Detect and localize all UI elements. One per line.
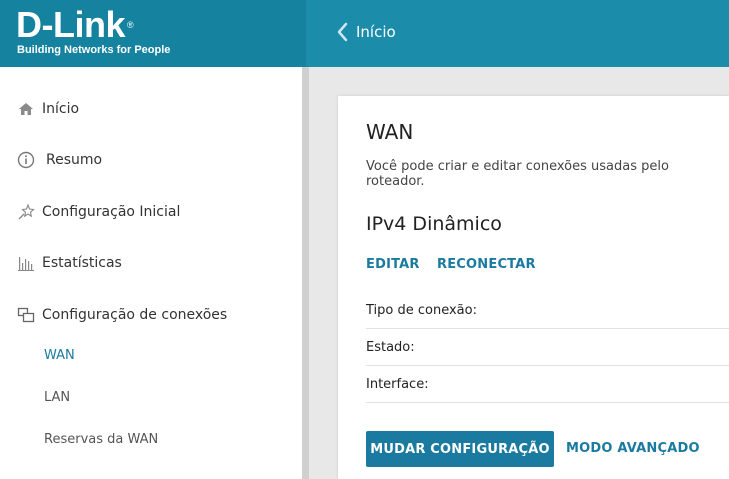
field-label: Tipo de conexão: <box>366 302 477 318</box>
sidebar-item-label: Início <box>42 101 80 117</box>
sidebar-item-estatisticas[interactable]: Estatísticas <box>0 243 303 283</box>
dlink-logo[interactable]: D-Link ® Building Networks for People <box>0 0 306 67</box>
wizard-star-icon <box>16 202 36 222</box>
sidebar-item-label: Resumo <box>46 152 103 168</box>
edit-button[interactable]: EDITAR <box>366 257 420 272</box>
sidebar-item-configuracao-inicial[interactable]: Configuração Inicial <box>0 192 303 232</box>
field-label: Interface: <box>366 376 429 392</box>
registered-mark: ® <box>127 20 134 30</box>
page-title: WAN <box>366 120 414 144</box>
home-icon <box>16 99 36 119</box>
wan-card: WAN Você pode criar e editar conexões us… <box>338 96 729 479</box>
sidebar-item-label: Configuração de conexões <box>42 307 228 323</box>
top-header: D-Link ® Building Networks for People Iní… <box>0 0 729 67</box>
back-label: Início <box>356 23 396 41</box>
sidebar-item-label: Estatísticas <box>42 255 122 271</box>
sidebar-item-resumo[interactable]: Resumo <box>0 140 303 180</box>
advanced-mode-button[interactable]: MODO AVANÇADO <box>566 441 700 456</box>
field-row-state: Estado: <box>366 329 729 366</box>
connections-icon <box>16 305 36 325</box>
sidebar-item-configuracao-conexoes[interactable]: Configuração de conexões <box>0 295 303 335</box>
sidebar-divider <box>303 67 309 479</box>
sidebar-item-inicio[interactable]: Início <box>0 89 303 129</box>
sidebar: Início Resumo Configuração Inicial Estat… <box>0 67 303 479</box>
reconnect-button[interactable]: RECONECTAR <box>437 257 536 272</box>
sidebar-subitem-reservas-wan[interactable]: Reservas da WAN <box>44 432 158 447</box>
change-configuration-button[interactable]: MUDAR CONFIGURAÇÃO <box>366 431 554 467</box>
field-label: Estado: <box>366 339 415 355</box>
back-to-home-button[interactable]: Início <box>336 22 396 42</box>
logo-wordmark: D-Link <box>16 4 126 45</box>
logo-tagline: Building Networks for People <box>17 44 171 56</box>
page-description: Você pode criar e editar conexões usadas… <box>366 159 669 189</box>
field-row-interface: Interface: <box>366 366 729 403</box>
sidebar-subitem-wan[interactable]: WAN <box>44 348 75 363</box>
sidebar-subitem-lan[interactable]: LAN <box>44 390 70 405</box>
field-row-connection-type: Tipo de conexão: <box>366 292 729 329</box>
bar-chart-icon <box>16 253 36 273</box>
sidebar-item-label: Configuração Inicial <box>42 204 181 220</box>
info-icon <box>16 150 36 170</box>
chevron-left-icon <box>337 22 348 42</box>
connection-name: IPv4 Dinâmico <box>366 213 502 235</box>
